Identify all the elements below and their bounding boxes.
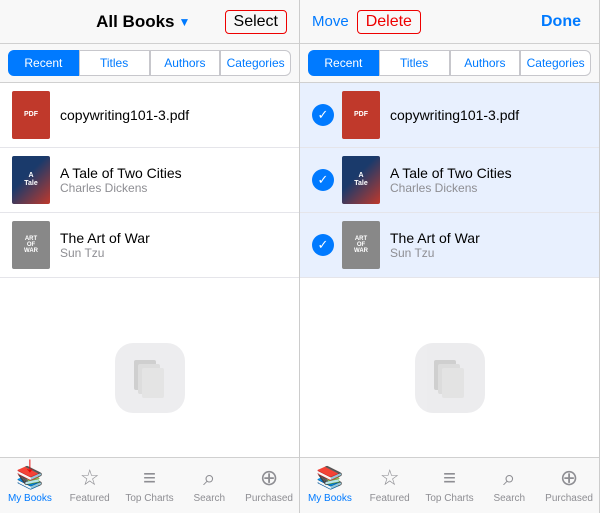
book-thumbnail: ARTOFWAR: [12, 221, 50, 269]
book-thumbnail: ATale: [12, 156, 50, 204]
right-tabs: Recent Titles Authors Categories: [300, 44, 599, 83]
bottom-my-books-left[interactable]: ↓ 📚 My Books: [0, 465, 60, 506]
my-books-icon: 📚: [316, 465, 343, 491]
search-label: Search: [193, 493, 225, 504]
list-item[interactable]: ATale A Tale of Two Cities Charles Dicke…: [0, 148, 299, 213]
book-author: Charles Dickens: [390, 181, 587, 195]
chevron-icon: ▼: [179, 15, 191, 29]
book-title: copywriting101-3.pdf: [60, 107, 287, 123]
tab-authors-left[interactable]: Authors: [150, 50, 221, 76]
search-icon: ⌕: [503, 465, 515, 491]
move-button[interactable]: Move: [312, 13, 349, 30]
bottom-top-charts-right[interactable]: ≡ Top Charts: [420, 465, 480, 506]
bottom-featured-left[interactable]: ☆ Featured: [60, 465, 120, 506]
book-title: A Tale of Two Cities: [60, 165, 287, 181]
list-item[interactable]: ARTOFWAR The Art of War Sun Tzu: [0, 213, 299, 278]
checkmark-icon: ✓: [318, 107, 329, 123]
check-circle: ✓: [312, 104, 334, 126]
left-title[interactable]: All Books ▼: [96, 12, 190, 32]
book-thumbnail: ATale: [342, 156, 380, 204]
bottom-featured-right[interactable]: ☆ Featured: [360, 465, 420, 506]
tab-authors-right[interactable]: Authors: [450, 50, 521, 76]
tab-categories-right[interactable]: Categories: [520, 50, 591, 76]
all-books-label: All Books: [96, 12, 174, 32]
left-bottom-bar: ↓ 📚 My Books ☆ Featured ≡ Top Charts ⌕ S…: [0, 457, 299, 513]
bottom-top-charts-left[interactable]: ≡ Top Charts: [120, 465, 180, 506]
check-circle: ✓: [312, 234, 334, 256]
ibooks-watermark: [115, 343, 185, 413]
ibooks-watermark: [415, 343, 485, 413]
book-author: Charles Dickens: [60, 181, 287, 195]
book-thumbnail: ARTOFWAR: [342, 221, 380, 269]
done-button[interactable]: Done: [535, 9, 587, 35]
purchased-icon: ⊕: [260, 465, 278, 491]
left-panel: All Books ▼ Select Recent Titles Authors…: [0, 0, 300, 513]
book-thumbnail: PDF: [342, 91, 380, 139]
purchased-icon: ⊕: [560, 465, 578, 491]
book-title: copywriting101-3.pdf: [390, 107, 587, 123]
arrow-hint-icon: ↓: [24, 454, 35, 476]
featured-icon: ☆: [380, 465, 400, 491]
select-button[interactable]: Select: [225, 10, 287, 34]
top-charts-label: Top Charts: [125, 493, 173, 504]
list-item[interactable]: ✓ ATale A Tale of Two Cities Charles Dic…: [300, 148, 599, 213]
right-bottom-bar: 📚 My Books ☆ Featured ≡ Top Charts ⌕ Sea…: [300, 457, 599, 513]
right-book-list: ✓ PDF copywriting101-3.pdf ✓ ATale A Tal…: [300, 83, 599, 457]
bottom-purchased-left[interactable]: ⊕ Purchased: [239, 465, 299, 506]
left-tabs: Recent Titles Authors Categories: [0, 44, 299, 83]
book-thumbnail: PDF: [12, 91, 50, 139]
book-title: The Art of War: [390, 230, 587, 246]
list-item[interactable]: ✓ PDF copywriting101-3.pdf: [300, 83, 599, 148]
tab-categories-left[interactable]: Categories: [220, 50, 291, 76]
bottom-purchased-right[interactable]: ⊕ Purchased: [539, 465, 599, 506]
left-header: All Books ▼ Select: [0, 0, 299, 44]
top-charts-label: Top Charts: [425, 493, 473, 504]
search-icon: ⌕: [203, 465, 215, 491]
book-title: A Tale of Two Cities: [390, 165, 587, 181]
book-author: Sun Tzu: [60, 246, 287, 260]
top-charts-icon: ≡: [143, 465, 156, 491]
book-author: Sun Tzu: [390, 246, 587, 260]
bottom-search-left[interactable]: ⌕ Search: [179, 465, 239, 506]
bottom-my-books-right[interactable]: 📚 My Books: [300, 465, 360, 506]
bottom-search-right[interactable]: ⌕ Search: [479, 465, 539, 506]
checkmark-icon: ✓: [318, 237, 329, 253]
book-title: The Art of War: [60, 230, 287, 246]
tab-titles-left[interactable]: Titles: [79, 50, 150, 76]
purchased-label: Purchased: [245, 493, 293, 504]
my-books-label: My Books: [8, 493, 52, 504]
check-circle: ✓: [312, 169, 334, 191]
watermark-area: [300, 278, 599, 457]
checkmark-icon: ✓: [318, 172, 329, 188]
top-charts-icon: ≡: [443, 465, 456, 491]
search-label: Search: [493, 493, 525, 504]
right-header: Move Delete Done: [300, 0, 599, 44]
list-item[interactable]: ✓ ARTOFWAR The Art of War Sun Tzu: [300, 213, 599, 278]
left-book-list: PDF copywriting101-3.pdf ATale A Tale of…: [0, 83, 299, 457]
tab-recent-left[interactable]: Recent: [8, 50, 79, 76]
tab-recent-right[interactable]: Recent: [308, 50, 379, 76]
watermark-area: [0, 278, 299, 457]
delete-button[interactable]: Delete: [357, 10, 421, 34]
purchased-label: Purchased: [545, 493, 593, 504]
list-item[interactable]: PDF copywriting101-3.pdf: [0, 83, 299, 148]
featured-label: Featured: [70, 493, 110, 504]
featured-label: Featured: [370, 493, 410, 504]
featured-icon: ☆: [80, 465, 100, 491]
my-books-label: My Books: [308, 493, 352, 504]
right-panel: Move Delete Done Recent Titles Authors C…: [300, 0, 600, 513]
tab-titles-right[interactable]: Titles: [379, 50, 450, 76]
right-header-actions: Move Delete: [312, 10, 421, 34]
